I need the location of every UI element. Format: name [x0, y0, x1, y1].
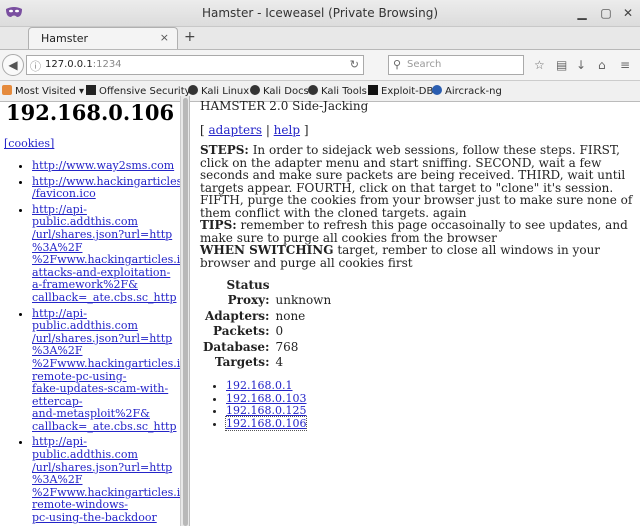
tips-text: remember to refresh this page occasoinal…	[200, 218, 628, 245]
maximize-icon[interactable]: ▢	[598, 5, 614, 21]
reload-icon[interactable]: ↻	[350, 58, 359, 71]
minimize-icon[interactable]: ▁	[574, 5, 590, 21]
right-frame: HAMSTER 2.0 Side-Jacking [ adapters | he…	[194, 96, 640, 526]
status-value: unknown	[275, 293, 332, 308]
list-item: 192.168.0.106	[224, 415, 308, 431]
table-row: Packets: 0	[200, 324, 334, 340]
page-title: HAMSTER 2.0 Side-Jacking	[200, 99, 369, 113]
help-link[interactable]: help	[274, 123, 300, 137]
status-value: 0	[275, 324, 284, 339]
status-table: Status Proxy: unknown Adapters: none Packe…	[200, 277, 334, 370]
url-text: 127.0.0.1:1234	[45, 59, 122, 70]
instructions: STEPS: In order to sidejack web sessions…	[200, 144, 638, 269]
kali-dragon-icon	[308, 85, 318, 95]
status-value: 4	[275, 355, 284, 370]
target-link[interactable]: 192.168.0.1	[226, 379, 292, 392]
kali-dragon-icon	[250, 85, 260, 95]
home-icon[interactable]: ⌂	[598, 58, 606, 72]
url-link[interactable]: http://api- public.addthis.com /url/shar…	[32, 435, 180, 524]
tab-close-icon[interactable]: ×	[160, 31, 169, 44]
target-list: 192.168.0.1 192.168.0.103 192.168.0.125 …	[194, 379, 308, 431]
download-icon[interactable]: ↓	[576, 58, 586, 72]
table-row: Targets: 4	[200, 355, 334, 371]
url-bar[interactable]: ⓘ 127.0.0.1:1234 ↻	[26, 55, 364, 75]
steps-text: In order to sidejack web sessions, follo…	[200, 143, 633, 220]
list-item: http://api- public.addthis.com /url/shar…	[32, 203, 180, 305]
tab-hamster[interactable]: Hamster ×	[28, 27, 178, 49]
scrollbar-thumb[interactable]	[183, 98, 188, 526]
target-link[interactable]: 192.168.0.125	[226, 404, 306, 417]
table-row: Status	[200, 277, 334, 293]
bookmark-star-icon[interactable]: ☆	[534, 58, 545, 72]
window-titlebar: Hamster - Iceweasel (Private Browsing) ▁…	[0, 0, 640, 27]
status-key: Packets:	[213, 324, 270, 339]
list-item: http://www.way2sms.com	[32, 159, 180, 173]
navigation-toolbar: ◀ ⓘ 127.0.0.1:1234 ↻ ⚲ Search ☆ ▤ ↓ ⌂ ≡	[0, 50, 640, 81]
menu-bracket-open: [	[200, 123, 209, 137]
new-tab-icon[interactable]: +	[184, 29, 196, 45]
left-frame: 192.168.0.106 [cookies] http://www.way2s…	[0, 96, 180, 526]
private-browsing-mask-icon	[6, 7, 22, 17]
left-frame-scrollbar[interactable]	[180, 96, 190, 526]
folder-icon	[2, 85, 12, 95]
url-link[interactable]: http://api- public.addthis.com /url/shar…	[32, 203, 180, 304]
tab-strip: Hamster × +	[0, 7, 640, 50]
status-key: Database:	[203, 339, 270, 354]
url-link[interactable]: http://www.way2sms.com	[32, 159, 174, 172]
url-host: 127.0.0.1	[45, 59, 93, 70]
page-content: 192.168.0.106 [cookies] http://www.way2s…	[0, 96, 640, 526]
table-row: Database: 768	[200, 339, 334, 355]
kali-dragon-icon	[188, 85, 198, 95]
menu-icon[interactable]: ≡	[620, 58, 630, 72]
status-value: none	[275, 308, 306, 323]
close-window-icon[interactable]: ✕	[620, 5, 636, 21]
list-item: http://www.hackingarticles.in /favicon.i…	[32, 175, 180, 201]
table-row: Proxy: unknown	[200, 293, 334, 309]
url-list: http://www.way2sms.com http://www.hackin…	[0, 159, 180, 526]
top-menu: [ adapters | help ]	[200, 123, 309, 137]
site-info-icon[interactable]: ⓘ	[30, 58, 41, 74]
menu-bracket-close: ]	[300, 123, 309, 137]
tab-label: Hamster	[41, 32, 89, 45]
list-item: http://api- public.addthis.com /url/shar…	[32, 307, 180, 434]
target-link-selected[interactable]: 192.168.0.106	[224, 415, 308, 431]
back-button[interactable]: ◀	[2, 54, 24, 76]
search-bar[interactable]: ⚲ Search	[388, 55, 524, 75]
status-key: Adapters:	[204, 308, 270, 323]
offsec-icon	[86, 85, 96, 95]
table-row: Adapters: none	[200, 308, 334, 324]
adapters-link[interactable]: adapters	[209, 123, 263, 137]
status-value: 768	[275, 339, 299, 354]
menu-separator: |	[262, 123, 274, 137]
status-heading: Status	[226, 277, 270, 292]
status-key: Proxy:	[227, 293, 270, 308]
url-link[interactable]: http://api- public.addthis.com /url/shar…	[32, 307, 180, 433]
search-icon: ⚲	[393, 58, 402, 71]
list-item: http://api- public.addthis.com /url/shar…	[32, 436, 180, 524]
status-key: Targets:	[214, 355, 270, 370]
cookies-link[interactable]: [cookies]	[4, 137, 54, 150]
window-title: Hamster - Iceweasel (Private Browsing)	[201, 6, 439, 20]
target-link[interactable]: 192.168.0.103	[226, 392, 306, 405]
search-input[interactable]: Search	[407, 59, 441, 70]
reading-list-icon[interactable]: ▤	[556, 58, 567, 72]
url-port: :1234	[92, 59, 122, 70]
current-target-ip: 192.168.0.106	[6, 100, 175, 125]
url-link[interactable]: http://www.hackingarticles.in /favicon.i…	[32, 175, 180, 201]
aircrack-icon	[432, 85, 442, 95]
exploit-db-icon	[368, 85, 378, 95]
